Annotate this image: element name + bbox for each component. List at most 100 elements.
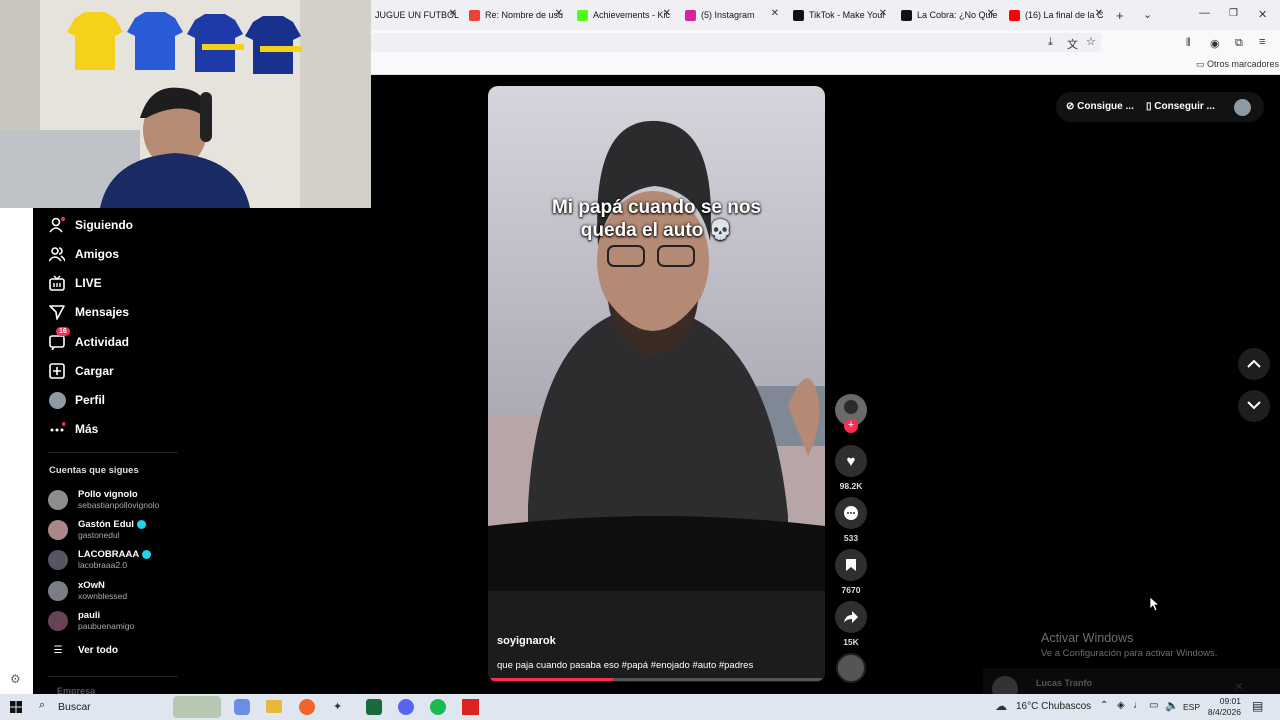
- webcam-overlay: [0, 0, 371, 208]
- mouse-cursor-icon: [1149, 596, 1161, 612]
- share-button[interactable]: [835, 601, 867, 633]
- settings-gear-icon[interactable]: ⚙: [10, 672, 21, 686]
- account-icon[interactable]: ◉: [1210, 37, 1220, 50]
- microphone-icon[interactable]: ♩: [1133, 700, 1143, 711]
- sound-avatar[interactable]: [836, 653, 866, 683]
- webcam-image: [0, 0, 371, 208]
- taskbar-search[interactable]: Buscar: [58, 701, 91, 713]
- sidebar-item-label: Mensajes: [75, 305, 130, 319]
- tray-chevron-icon[interactable]: ⌃: [1100, 700, 1108, 711]
- avatar: [48, 549, 68, 570]
- tiktok-icon: [901, 9, 912, 21]
- library-icon[interactable]: ⫴: [1186, 37, 1191, 50]
- save-button[interactable]: [835, 549, 867, 581]
- tiktok-icon: [793, 9, 804, 21]
- sidebar-item-activity[interactable]: 16 Actividad: [48, 327, 129, 351]
- tray-app-icon[interactable]: ◈: [1117, 700, 1125, 711]
- sidebar-item-following[interactable]: Siguiendo: [48, 216, 133, 234]
- followed-account[interactable]: LACOBRAAA lacobraaa2.0: [48, 549, 152, 570]
- sidebar-item-friends[interactable]: Amigos: [48, 245, 119, 263]
- browser-tab[interactable]: (16) La final de la C ✕: [1005, 4, 1107, 26]
- browser-tab[interactable]: (5) Instagram ✕: [681, 4, 783, 26]
- close-tab-icon[interactable]: ✕: [663, 8, 671, 19]
- followed-account[interactable]: Gastón Edul gastonedul: [48, 519, 146, 540]
- app-icon[interactable]: ✦: [333, 700, 349, 714]
- address-bar[interactable]: ⤓ 文 ☆: [371, 33, 1101, 52]
- follow-plus-icon[interactable]: +: [844, 419, 858, 433]
- followed-account[interactable]: Pollo vignolo sebastianpollovignolo: [48, 489, 159, 510]
- copilot-icon[interactable]: [234, 699, 250, 715]
- upload-icon: [48, 362, 66, 380]
- app-icon[interactable]: [366, 699, 382, 715]
- browser-tab[interactable]: JUGUE UN FUTBOL ✕: [371, 4, 461, 26]
- close-tab-icon[interactable]: ✕: [449, 8, 457, 19]
- sidebar-item-label: LIVE: [75, 276, 102, 290]
- browser-tab[interactable]: Re: Nombre de usu ✕: [465, 4, 567, 26]
- followed-account[interactable]: pauli paubuenamigo: [48, 610, 134, 631]
- search-icon[interactable]: ⌕: [39, 699, 45, 712]
- firefox-icon[interactable]: [299, 699, 315, 715]
- discord-icon[interactable]: [398, 699, 414, 715]
- new-tab-icon[interactable]: +: [1116, 8, 1124, 23]
- file-explorer-icon[interactable]: [266, 700, 282, 713]
- account-handle: paubuenamigo: [78, 621, 135, 631]
- search-highlight-image: [173, 696, 221, 718]
- bookmarks-bar: ▭ Otros marcadores: [371, 55, 1280, 75]
- sidebar-item-live[interactable]: LIVE: [48, 274, 102, 292]
- windows-start-icon[interactable]: [10, 701, 22, 713]
- download-page-icon[interactable]: ⤓: [1048, 36, 1053, 49]
- video-author[interactable]: soyignarok: [497, 635, 556, 647]
- other-bookmarks[interactable]: ▭ Otros marcadores: [1196, 59, 1279, 70]
- folder-icon: ▭: [1196, 59, 1205, 69]
- close-tab-icon[interactable]: ✕: [879, 8, 887, 19]
- clock-time[interactable]: 09:01: [1205, 696, 1241, 706]
- close-tab-icon[interactable]: ✕: [771, 8, 779, 19]
- spotify-icon[interactable]: [430, 699, 446, 715]
- browser-tab[interactable]: Achievements - Kic ✕: [573, 4, 675, 26]
- sidebar-item-more[interactable]: Más: [48, 420, 98, 438]
- following-accounts-title: Cuentas que sigues: [49, 465, 139, 476]
- youtube-icon: [1009, 9, 1020, 21]
- restore-icon[interactable]: ❐: [1229, 8, 1238, 19]
- get-coins-button[interactable]: ⊘ Consigue ...: [1066, 101, 1134, 112]
- avatar: [48, 580, 68, 601]
- sidebar-item-messages[interactable]: Mensajes: [48, 303, 129, 321]
- minimize-icon[interactable]: —: [1199, 7, 1210, 19]
- account-name: Gastón Edul: [78, 519, 134, 530]
- page-left-margin: ⚙: [0, 208, 33, 694]
- close-tab-icon[interactable]: ✕: [555, 8, 563, 19]
- next-video-button[interactable]: [1238, 390, 1270, 422]
- see-all-link[interactable]: ☰ Ver todo: [48, 645, 119, 656]
- close-tab-icon[interactable]: ✕: [1095, 8, 1103, 19]
- previous-video-button[interactable]: [1238, 348, 1270, 380]
- clock-date[interactable]: 8/4/2026: [1198, 707, 1241, 717]
- close-window-icon[interactable]: ✕: [1258, 8, 1267, 21]
- weather-text[interactable]: 16°C Chubascos: [1016, 701, 1091, 712]
- browser-tab[interactable]: La Cobra: ¿No Quie ✕: [897, 4, 999, 26]
- app-icon[interactable]: [462, 699, 479, 715]
- sidebar-item-upload[interactable]: Cargar: [48, 362, 114, 380]
- chat-popup[interactable]: Lucas Tranfo ✕: [983, 668, 1280, 702]
- network-icon[interactable]: ▭: [1149, 700, 1158, 711]
- menu-icon[interactable]: ≡: [1259, 36, 1265, 48]
- windows-taskbar: ⌕ Buscar ✦ ☁ 16°C Chubascos ⌃ ◈ ♩ ▭ 🔈 ES…: [0, 694, 1280, 720]
- like-button[interactable]: ♥: [835, 445, 867, 477]
- translate-icon[interactable]: 文: [1067, 36, 1078, 52]
- comment-button[interactable]: [835, 497, 867, 529]
- bookmark-star-icon[interactable]: ☆: [1086, 35, 1096, 48]
- close-tab-icon[interactable]: ✕: [987, 8, 995, 19]
- close-icon[interactable]: ✕: [1235, 682, 1243, 693]
- tab-list-icon[interactable]: ⌄: [1143, 8, 1152, 21]
- video-player[interactable]: Mi papá cuando se nos queda el auto 💀 so…: [488, 86, 825, 682]
- notifications-icon[interactable]: ▤: [1252, 699, 1263, 713]
- sidebar-item-profile[interactable]: Perfil: [48, 391, 105, 409]
- followed-account[interactable]: xOwN xownblessed: [48, 580, 127, 601]
- user-avatar[interactable]: [1234, 99, 1251, 116]
- volume-icon[interactable]: 🔈: [1165, 699, 1179, 712]
- share-count: 15K: [843, 637, 859, 647]
- extensions-icon[interactable]: ⧉: [1235, 37, 1243, 50]
- get-app-button[interactable]: ▯ Conseguir ...: [1146, 101, 1215, 112]
- chevron-down-icon: [1247, 401, 1261, 410]
- browser-tab[interactable]: TikTok - Make Your ✕: [789, 4, 891, 26]
- video-progress-track[interactable]: [488, 678, 825, 681]
